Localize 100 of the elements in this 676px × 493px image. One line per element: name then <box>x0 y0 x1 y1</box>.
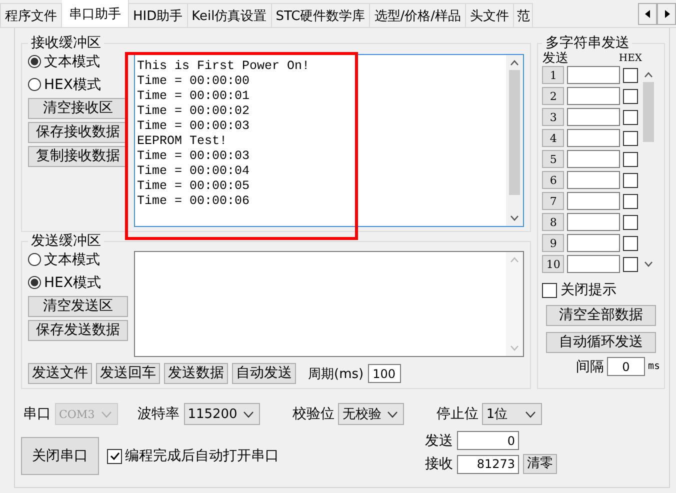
send-action-button[interactable]: 保存发送数据 <box>28 320 128 341</box>
string-input-field[interactable] <box>567 108 620 126</box>
send-string-button[interactable]: 10 <box>542 255 564 273</box>
checkbox-label[interactable]: 关闭提示 <box>560 281 616 299</box>
scroll-down-icon[interactable] <box>644 261 653 267</box>
hex-checkbox[interactable] <box>623 194 638 208</box>
radio-button[interactable] <box>28 276 41 289</box>
hex-checkbox[interactable] <box>623 130 638 146</box>
caret-icon <box>525 410 536 418</box>
period-field[interactable]: 100 <box>368 364 401 383</box>
send-text-area[interactable] <box>134 251 524 357</box>
scroll-up-icon[interactable] <box>644 72 653 78</box>
send-button[interactable]: 自动发送 <box>232 363 296 384</box>
received-label: 接收 <box>425 455 453 473</box>
multi-action-button[interactable]: 自动循环发送 <box>546 332 656 353</box>
multi-action-button[interactable]: 清空全部数据 <box>546 305 656 326</box>
tab[interactable]: Keil仿真设置 <box>188 3 272 27</box>
string-input-field[interactable] <box>567 171 620 189</box>
tab[interactable]: HID助手 <box>129 3 188 27</box>
string-input-field[interactable] <box>567 255 620 273</box>
send-string-button[interactable]: 4 <box>542 129 564 147</box>
send-string-button[interactable]: 8 <box>542 213 564 231</box>
checkbox[interactable] <box>542 282 558 298</box>
receive-action-button[interactable]: 保存接收数据 <box>28 122 128 143</box>
receive-action-button[interactable]: 复制接收数据 <box>28 146 128 167</box>
tab[interactable]: 范 <box>514 3 534 27</box>
caret-icon <box>243 410 254 418</box>
received-line: EEPROM Test! <box>137 134 228 149</box>
tab[interactable]: 选型/价格/样品 <box>370 3 466 27</box>
scroll-right-button[interactable] <box>657 3 676 25</box>
receive-action-button[interactable]: 清空接收区 <box>28 98 128 119</box>
radio-label[interactable]: HEX模式 <box>44 274 101 292</box>
send-button[interactable]: 发送数据 <box>164 363 228 384</box>
hex-checkbox[interactable] <box>623 172 638 188</box>
scrollbar-thumb[interactable] <box>509 70 520 195</box>
tab[interactable]: 串口助手 <box>62 0 129 27</box>
radio-label[interactable]: 文本模式 <box>44 250 100 268</box>
string-input-field[interactable] <box>567 129 620 147</box>
scroll-up-icon[interactable] <box>510 60 520 66</box>
radio-button[interactable] <box>28 55 41 68</box>
radio-label[interactable]: HEX模式 <box>44 76 101 94</box>
sent-label: 发送 <box>425 432 453 450</box>
send-string-button[interactable]: 1 <box>542 66 564 84</box>
string-input-field[interactable] <box>567 150 620 168</box>
period-label: 周期(ms) <box>308 366 364 382</box>
send-string-button[interactable]: 5 <box>542 150 564 168</box>
tab[interactable]: 头文件 <box>466 3 514 27</box>
string-input-field[interactable] <box>567 87 620 105</box>
checkbox[interactable] <box>107 448 122 464</box>
received-line: Time = 00:00:02 <box>137 104 251 119</box>
caret-icon <box>387 410 398 418</box>
string-input-field[interactable] <box>567 213 620 231</box>
send-string-button[interactable]: 9 <box>542 234 564 252</box>
group-title: 接收缓冲区 <box>30 36 102 51</box>
received-line: Time = 00:00:05 <box>137 179 251 194</box>
hex-checkbox[interactable] <box>623 88 638 104</box>
radio-button[interactable] <box>28 78 41 91</box>
interval-field[interactable]: 0 <box>606 357 645 376</box>
tab[interactable]: STC硬件数学库 <box>272 3 370 27</box>
caret-icon <box>100 410 112 418</box>
hex-checkbox[interactable] <box>623 152 638 166</box>
setting-dropdown[interactable]: 1位 <box>482 403 542 425</box>
close-port-button[interactable]: 关闭串口 <box>21 437 99 475</box>
checkbox-label[interactable]: 编程完成后自动打开串口 <box>125 447 279 465</box>
scroll-down-icon[interactable] <box>510 215 520 221</box>
hex-checkbox[interactable] <box>623 110 638 124</box>
received-line: Time = 00:00:03 <box>137 149 251 164</box>
right-triangle-icon <box>664 10 670 18</box>
clear-counters-button[interactable]: 清零 <box>523 454 557 474</box>
send-string-button[interactable]: 6 <box>542 171 564 189</box>
hex-checkbox[interactable] <box>623 214 638 230</box>
hex-checkbox[interactable] <box>623 256 638 272</box>
sent-count-field: 0 <box>457 431 519 450</box>
hex-checkbox[interactable] <box>623 68 638 82</box>
send-button[interactable]: 发送回车 <box>96 363 160 384</box>
received-line: This is First Power On! <box>137 59 311 74</box>
setting-dropdown[interactable]: 115200 <box>184 403 260 425</box>
scrollbar[interactable] <box>506 55 524 226</box>
radio-label[interactable]: 文本模式 <box>44 52 100 70</box>
scrollbar-thumb[interactable] <box>642 82 654 142</box>
string-input-field[interactable] <box>567 192 620 210</box>
string-input-field[interactable] <box>567 234 620 252</box>
receive-text-area[interactable]: This is First Power On! Time = 00:00:00 Time = 00:00:01 Time = 00:00:02 Time = 00:00:03 EEPROM Test! Time = 00:00:03 Time = 00:00:04 Time = 00:00:05 Time = 00:00:06 <box>134 54 524 227</box>
send-button[interactable]: 发送文件 <box>28 363 92 384</box>
hex-checkbox[interactable] <box>623 236 638 250</box>
setting-label: 波特率 <box>138 405 180 423</box>
interval-label: 间隔 <box>576 358 604 376</box>
send-column-header: 发送 <box>542 51 568 66</box>
radio-button[interactable] <box>28 253 41 266</box>
tab[interactable]: 程序文件 <box>0 3 62 27</box>
send-action-button[interactable]: 清空发送区 <box>28 296 128 317</box>
send-string-button[interactable]: 2 <box>542 87 564 105</box>
hex-column-header: HEX <box>618 52 642 66</box>
send-string-button[interactable]: 3 <box>542 108 564 126</box>
scroll-left-button[interactable] <box>638 3 657 25</box>
group-title: 多字符串发送 <box>544 36 630 51</box>
setting-dropdown[interactable]: 无校验 <box>338 403 404 425</box>
received-line: Time = 00:00:01 <box>137 89 251 104</box>
send-string-button[interactable]: 7 <box>542 192 564 210</box>
string-input-field[interactable] <box>567 66 620 84</box>
